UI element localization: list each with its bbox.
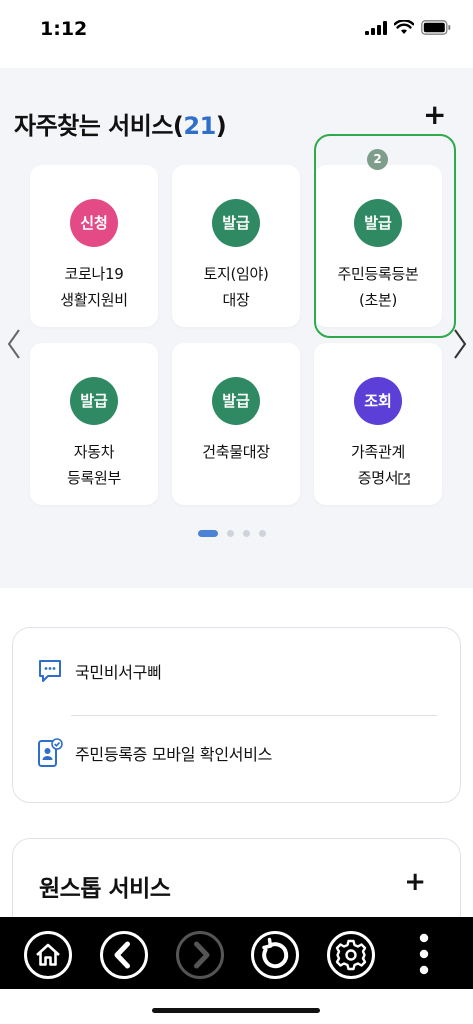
favorite-services-section: 자주찾는 서비스(21) + 신청 코로나19 생활지원비 발급 토지(임야) … <box>0 68 473 588</box>
status-time: 1:12 <box>40 18 88 40</box>
count-close: ) <box>215 112 227 140</box>
chat-bubble-icon <box>39 660 61 682</box>
inquiry-badge: 조회 <box>354 377 402 425</box>
page-dot[interactable] <box>259 530 266 537</box>
home-icon[interactable] <box>23 930 73 980</box>
status-icons <box>365 20 451 35</box>
service-card-label: 토지(임야) 대장 <box>203 265 269 309</box>
more-icon[interactable] <box>412 931 436 977</box>
issue-badge: 발급 <box>212 377 260 425</box>
service-card-vehicle-register[interactable]: 발급 자동차 등록원부 <box>30 343 158 505</box>
home-indicator-area <box>0 989 473 1024</box>
service-card-covid-support[interactable]: 신청 코로나19 생활지원비 <box>30 165 158 327</box>
page-dot[interactable] <box>227 530 234 537</box>
service-card-building-register[interactable]: 발급 건축물대장 <box>172 343 300 505</box>
quick-link-label: 주민등록증 모바일 확인서비스 <box>75 745 273 764</box>
add-favorite-button[interactable]: + <box>423 98 446 131</box>
signal-icon <box>365 20 387 35</box>
service-card-family-certificate[interactable]: 조회 가족관계 증명서 <box>314 343 442 505</box>
service-card-label: 가족관계 증명서 <box>350 443 405 487</box>
page-indicator <box>198 530 266 537</box>
external-link-icon <box>398 473 410 485</box>
quick-link-label: 국민비서구삐 <box>75 663 162 682</box>
forward-icon[interactable] <box>175 930 225 980</box>
divider <box>71 715 437 716</box>
count-open: ( <box>172 112 184 140</box>
quick-link-gubbi[interactable]: 국민비서구삐 <box>37 654 162 688</box>
chevron-right-icon[interactable] <box>450 326 470 362</box>
service-card-label: 자동차 등록원부 <box>66 443 121 487</box>
back-icon[interactable] <box>99 930 149 980</box>
service-card-land-register[interactable]: 발급 토지(임야) 대장 <box>172 165 300 327</box>
onestop-title: 원스톱 서비스 <box>39 876 171 902</box>
issue-badge: 발급 <box>212 199 260 247</box>
apply-badge: 신청 <box>70 199 118 247</box>
mobile-id-icon <box>38 738 63 767</box>
page-dot[interactable] <box>243 530 250 537</box>
favorite-count: 21 <box>183 112 216 140</box>
section-title: 자주찾는 서비스(21) <box>14 106 227 141</box>
quick-link-mobile-id[interactable]: 주민등록증 모바일 확인서비스 <box>37 736 272 770</box>
highlight-number-badge: 2 <box>367 149 388 170</box>
settings-icon[interactable] <box>326 930 376 980</box>
section-title-text: 자주찾는 서비스 <box>14 112 173 140</box>
wifi-icon <box>394 20 414 34</box>
quick-links-card: 국민비서구삐 주민등록증 모바일 확인서비스 <box>12 627 461 803</box>
service-card-label: 건축물대장 <box>202 443 270 461</box>
issue-badge: 발급 <box>70 377 118 425</box>
onestop-add-button[interactable]: + <box>404 867 426 897</box>
bottom-navigation-bar <box>0 917 473 989</box>
refresh-icon[interactable] <box>250 930 300 980</box>
status-bar: 1:12 <box>0 0 473 58</box>
battery-icon <box>421 20 451 35</box>
home-indicator[interactable] <box>152 1008 320 1013</box>
chevron-left-icon[interactable] <box>4 326 24 362</box>
service-card-label: 코로나19 생활지원비 <box>60 265 128 309</box>
page-dot-active[interactable] <box>198 530 218 537</box>
